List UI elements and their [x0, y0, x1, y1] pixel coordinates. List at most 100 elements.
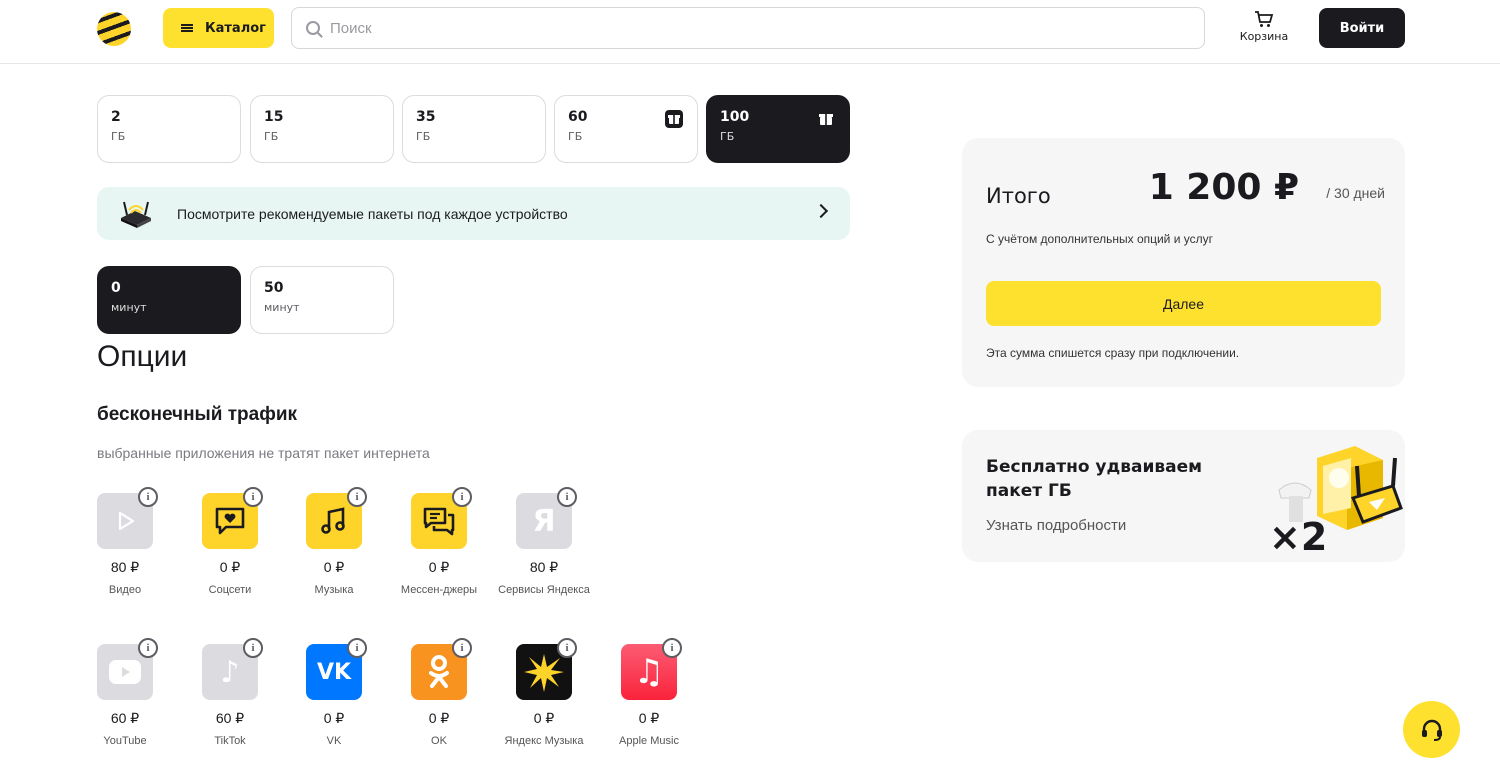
app-label: Яндекс Музыка: [504, 735, 584, 747]
tile-unit: минут: [264, 301, 300, 314]
search-input[interactable]: [330, 19, 1190, 37]
tiktok-glyph: ♪: [220, 654, 240, 690]
yandex-glyph: Я: [532, 503, 556, 539]
app-option-yandex-services[interactable]: Я i 80 ₽ Сервисы Яндекса: [494, 487, 594, 598]
total-card: Итого 1 200 ₽ / 30 дней С учётом дополни…: [962, 138, 1405, 387]
catalog-button[interactable]: Каталог: [163, 8, 274, 48]
info-icon[interactable]: i: [243, 487, 263, 507]
app-label: YouTube: [103, 735, 147, 747]
header: Каталог Корзина Войти: [0, 0, 1500, 64]
unlimited-traffic-subtitle: выбранные приложения не тратят пакет инт…: [97, 445, 430, 461]
total-note: С учётом дополнительных опций и услуг: [986, 232, 1214, 246]
headset-icon: [1421, 719, 1442, 741]
app-option-apple-music[interactable]: ♫ i 0 ₽ Apple Music: [599, 638, 699, 749]
app-option-vk[interactable]: VK i 0 ₽ VK: [284, 638, 384, 749]
options-title: Опции: [97, 340, 188, 373]
double-gb-illustration: ×2: [1269, 446, 1403, 558]
app-price: 0 ₽: [533, 710, 555, 726]
info-icon[interactable]: i: [557, 638, 577, 658]
unlimited-traffic-title: бесконечный трафик: [97, 404, 298, 425]
info-icon[interactable]: i: [138, 487, 158, 507]
app-price: 80 ₽: [529, 559, 559, 575]
app-price: 0 ₽: [428, 710, 450, 726]
chevron-right-icon: [813, 203, 829, 219]
total-footnote: Эта сумма спишется сразу при подключении…: [986, 346, 1240, 360]
traffic-tile-100gb[interactable]: 100 ГБ: [706, 95, 850, 163]
app-price: 0 ₽: [428, 559, 450, 575]
vk-icon: VK i: [306, 638, 367, 700]
app-label: Apple Music: [619, 735, 679, 747]
info-icon[interactable]: i: [557, 487, 577, 507]
app-option-video[interactable]: i 80 ₽ Видео: [75, 487, 175, 598]
tile-unit: ГБ: [264, 130, 279, 143]
app-label: Соцсети: [208, 584, 252, 596]
banner-text: Посмотрите рекомендуемые пакеты под кажд…: [177, 205, 568, 222]
gift-icon: [819, 114, 833, 125]
traffic-tile-15gb[interactable]: 15 ГБ: [250, 95, 394, 163]
recommended-packages-banner[interactable]: Посмотрите рекомендуемые пакеты под кажд…: [97, 187, 850, 240]
tile-unit: ГБ: [720, 130, 735, 143]
info-icon[interactable]: i: [243, 638, 263, 658]
video-play-icon: i: [97, 487, 158, 549]
promo-title: Бесплатно удваиваем пакет ГБ: [986, 457, 1203, 501]
info-icon[interactable]: i: [662, 638, 682, 658]
app-label: TikTok: [214, 735, 246, 747]
app-option-messengers[interactable]: i 0 ₽ Мессен-джеры: [389, 487, 489, 598]
total-price: 1 200 ₽: [1148, 167, 1299, 208]
total-period: / 30 дней: [1326, 185, 1385, 201]
app-label: VK: [326, 735, 342, 747]
gift-icon: [665, 110, 683, 128]
traffic-tile-60gb[interactable]: 60 ГБ: [554, 95, 698, 163]
menu-icon: [181, 24, 193, 32]
yandex-services-icon: Я i: [516, 487, 577, 549]
info-icon[interactable]: i: [452, 487, 472, 507]
app-option-yandex-music[interactable]: i 0 ₽ Яндекс Музыка: [494, 638, 594, 749]
app-option-tiktok[interactable]: ♪ i 60 ₽ TikTok: [180, 638, 280, 749]
minutes-tile-0[interactable]: 0 минут: [97, 266, 241, 334]
info-icon[interactable]: i: [452, 638, 472, 658]
cart-icon: [1255, 11, 1274, 27]
app-label: Мессен-джеры: [400, 584, 478, 596]
next-button[interactable]: Далее: [986, 281, 1381, 326]
apple-music-icon: ♫ i: [621, 638, 682, 700]
router-icon: [121, 201, 151, 228]
support-chat-button[interactable]: [1403, 701, 1460, 758]
cart-label: Корзина: [1239, 30, 1289, 43]
app-price: 0 ₽: [323, 710, 345, 726]
app-price: 60 ₽: [215, 710, 245, 726]
app-option-youtube[interactable]: i 60 ₽ YouTube: [75, 638, 175, 749]
tile-unit: минут: [111, 301, 147, 314]
cart-button[interactable]: Корзина: [1234, 10, 1294, 43]
minutes-tile-50[interactable]: 50 минут: [250, 266, 394, 334]
app-price: 60 ₽: [110, 710, 140, 726]
search-bar[interactable]: [291, 7, 1205, 49]
beeline-logo[interactable]: [97, 12, 131, 46]
traffic-tile-35gb[interactable]: 35 ГБ: [402, 95, 546, 163]
app-label: Сервисы Яндекса: [498, 584, 590, 596]
traffic-tile-2gb[interactable]: 2 ГБ: [97, 95, 241, 163]
music-note-icon: i: [306, 487, 367, 549]
messenger-bubbles-icon: i: [411, 487, 472, 549]
vk-glyph: VK: [316, 659, 352, 685]
info-icon[interactable]: i: [138, 638, 158, 658]
login-button[interactable]: Войти: [1319, 8, 1405, 48]
promo-details-link[interactable]: Узнать подробности: [986, 517, 1126, 534]
tile-value: 0: [111, 280, 121, 296]
app-option-music[interactable]: i 0 ₽ Музыка: [284, 487, 384, 598]
total-label: Итого: [986, 184, 1051, 208]
app-label: OK: [431, 735, 447, 747]
info-icon[interactable]: i: [347, 638, 367, 658]
apple-music-glyph: ♫: [633, 652, 665, 692]
app-option-social[interactable]: i 0 ₽ Соцсети: [180, 487, 280, 598]
app-price: 0 ₽: [323, 559, 345, 575]
ok-icon: i: [411, 638, 472, 700]
search-icon: [306, 21, 320, 35]
tiktok-icon: ♪ i: [202, 638, 263, 700]
app-price: 0 ₽: [219, 559, 241, 575]
tile-value: 15: [264, 109, 284, 125]
app-option-ok[interactable]: i 0 ₽ OK: [389, 638, 489, 749]
info-icon[interactable]: i: [347, 487, 367, 507]
yandex-music-icon: i: [516, 638, 577, 700]
tile-value: 50: [264, 280, 284, 296]
double-gb-promo-card[interactable]: Бесплатно удваиваем пакет ГБ Узнать подр…: [962, 430, 1405, 562]
